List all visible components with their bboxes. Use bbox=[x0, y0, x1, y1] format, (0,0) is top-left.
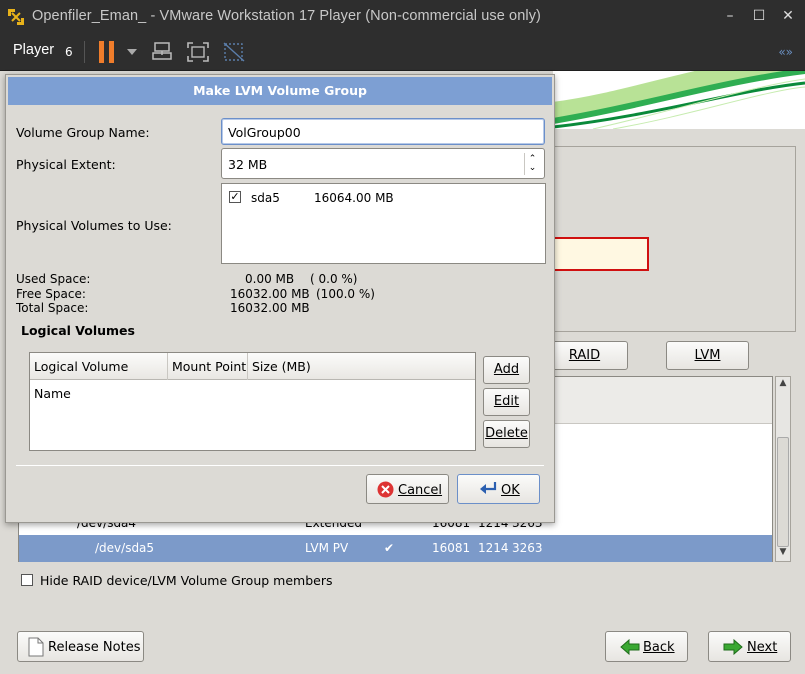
lvm-button-label: LVM bbox=[694, 348, 721, 363]
used-space-label: Used Space: bbox=[16, 272, 91, 286]
device-type: LVM PV bbox=[305, 541, 349, 555]
back-button[interactable]: Back bbox=[605, 631, 688, 662]
add-label: Add bbox=[493, 362, 520, 377]
unity-icon bbox=[223, 42, 245, 62]
lvm-button[interactable]: LVM bbox=[666, 341, 749, 370]
logical-volumes-table: Logical Volume Name Mount Point Size (MB… bbox=[29, 352, 476, 451]
player-number: 6 bbox=[65, 45, 73, 59]
list-item[interactable]: ✓ sda5 16064.00 MB bbox=[222, 184, 545, 210]
installer-banner bbox=[553, 71, 805, 129]
cancel-label: Cancel bbox=[398, 483, 443, 498]
minimize-button[interactable]: – bbox=[719, 6, 741, 26]
back-arrow-icon bbox=[620, 639, 640, 655]
free-space-value: 16032.00 MB bbox=[230, 287, 310, 301]
column-header-size[interactable]: Size (MB) bbox=[248, 353, 475, 380]
add-button[interactable]: Add bbox=[483, 356, 530, 384]
sda5-checkbox[interactable]: ✓ bbox=[229, 191, 241, 203]
scroll-down-icon[interactable]: ▼ bbox=[778, 547, 788, 559]
hide-members-label: Hide RAID device/LVM Volume Group member… bbox=[40, 573, 333, 588]
cancel-x-icon bbox=[377, 481, 394, 498]
hide-members-checkbox[interactable] bbox=[21, 574, 33, 586]
fullscreen-icon[interactable] bbox=[186, 41, 210, 63]
pv-size: 16064.00 MB bbox=[314, 191, 394, 205]
document-icon bbox=[28, 637, 44, 657]
pause-icon[interactable] bbox=[99, 41, 119, 63]
device-name: /dev/sda5 bbox=[95, 541, 155, 555]
vg-name-label: Volume Group Name: bbox=[16, 125, 150, 140]
table-row-selected[interactable]: /dev/sda5 LVM PV ✔ 16081 1214 3263 bbox=[19, 535, 772, 562]
physical-volumes-label: Physical Volumes to Use: bbox=[16, 218, 172, 233]
free-space-percent: (100.0 %) bbox=[316, 287, 375, 301]
ok-label: OK bbox=[501, 483, 520, 498]
scrollbar-thumb[interactable] bbox=[777, 437, 789, 547]
toolbar-divider bbox=[84, 41, 85, 63]
column-header-mount-point[interactable]: Mount Point bbox=[168, 353, 248, 380]
physical-volumes-list: ✓ sda5 16064.00 MB bbox=[221, 183, 546, 264]
logical-volumes-header: Logical Volume Name Mount Point Size (MB… bbox=[30, 353, 475, 401]
player-toolbar: Player 6 «» bbox=[0, 33, 805, 71]
physical-extent-value: 32 MB bbox=[228, 157, 268, 172]
dialog-title: Make LVM Volume Group bbox=[8, 77, 552, 105]
enter-arrow-icon bbox=[480, 482, 497, 494]
logical-volumes-heading: Logical Volumes bbox=[21, 323, 135, 338]
total-space-label: Total Space: bbox=[16, 301, 89, 315]
used-space-value: 0.00 MB bbox=[245, 272, 295, 286]
ok-button[interactable]: OK bbox=[457, 474, 540, 504]
device-table-scrollbar[interactable]: ▲ ▼ bbox=[775, 376, 791, 562]
player-menu[interactable]: Player bbox=[13, 42, 54, 58]
maximize-button[interactable]: ☐ bbox=[748, 6, 770, 26]
edit-label: Edit bbox=[493, 394, 520, 409]
send-keys-icon[interactable] bbox=[151, 41, 175, 63]
pause-dropdown-icon[interactable] bbox=[127, 49, 137, 55]
vmware-app-icon bbox=[7, 8, 25, 26]
collapse-toolbar-icon[interactable]: «» bbox=[778, 45, 793, 59]
next-label: Next bbox=[747, 640, 778, 655]
cancel-button[interactable]: Cancel bbox=[366, 474, 449, 504]
release-notes-button[interactable]: Release Notes bbox=[17, 631, 144, 662]
edit-button[interactable]: Edit bbox=[483, 388, 530, 416]
partition-graph-bar[interactable] bbox=[553, 237, 649, 271]
banner-swoosh-graphic bbox=[553, 71, 805, 129]
physical-extent-label: Physical Extent: bbox=[16, 157, 116, 172]
used-space-percent: ( 0.0 %) bbox=[310, 272, 358, 286]
delete-button[interactable]: Delete bbox=[483, 420, 530, 448]
pv-name: sda5 bbox=[251, 191, 280, 205]
format-check-icon: ✔ bbox=[384, 541, 395, 555]
window-title: Openfiler_Eman_ - VMware Workstation 17 … bbox=[32, 8, 541, 24]
vmware-player-window: Openfiler_Eman_ - VMware Workstation 17 … bbox=[0, 0, 805, 674]
close-button[interactable]: ✕ bbox=[777, 6, 799, 26]
total-space-value: 16032.00 MB bbox=[230, 301, 310, 315]
device-end: 3263 bbox=[512, 541, 543, 555]
column-header-lv-name[interactable]: Logical Volume Name bbox=[30, 353, 168, 401]
scroll-up-icon[interactable]: ▲ bbox=[778, 378, 788, 390]
release-notes-label: Release Notes bbox=[48, 640, 141, 655]
free-space-label: Free Space: bbox=[16, 287, 86, 301]
make-lvm-volume-group-dialog: Make LVM Volume Group Volume Group Name:… bbox=[5, 74, 555, 523]
back-label: Back bbox=[643, 640, 675, 655]
dialog-separator bbox=[16, 465, 544, 466]
physical-extent-select[interactable]: 32 MB ⌃ ⌄ bbox=[221, 148, 545, 179]
delete-label: Delete bbox=[485, 426, 528, 441]
next-arrow-icon bbox=[723, 639, 743, 655]
window-titlebar: Openfiler_Eman_ - VMware Workstation 17 … bbox=[0, 0, 805, 33]
device-size: 16081 bbox=[432, 541, 471, 555]
raid-button-label: RAID bbox=[568, 348, 601, 363]
updown-chevron-icon: ⌃ ⌄ bbox=[524, 153, 540, 175]
next-button[interactable]: Next bbox=[708, 631, 791, 662]
vg-name-value: VolGroup00 bbox=[228, 125, 301, 140]
device-start: 1214 bbox=[478, 541, 509, 555]
vg-name-input[interactable]: VolGroup00 bbox=[221, 118, 545, 145]
